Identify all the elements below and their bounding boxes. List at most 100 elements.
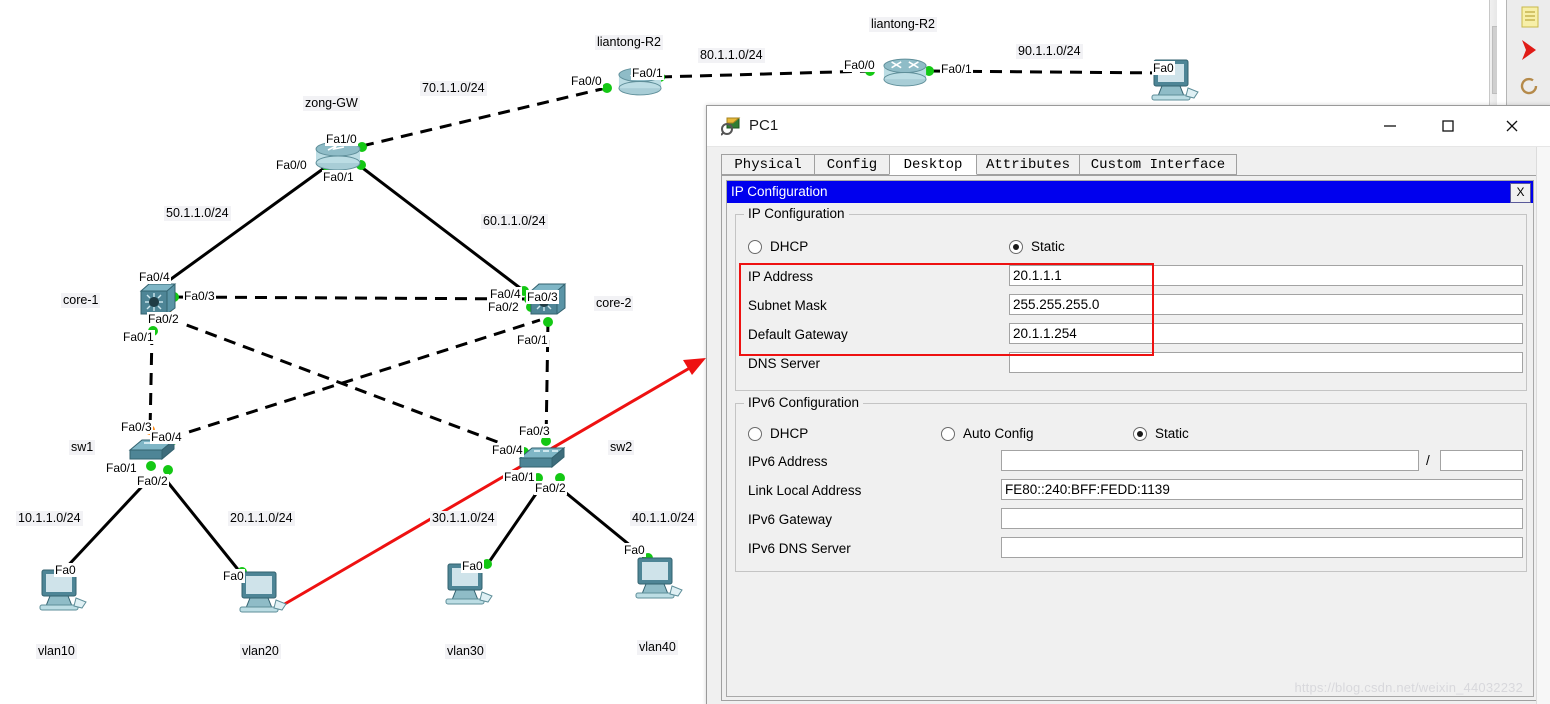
network-label-4: 60.1.1.0/24: [481, 214, 548, 229]
ipv6-prefix-separator: /: [1426, 453, 1430, 468]
device-label-sw1-5: sw1: [69, 440, 96, 455]
field-label-subnet-mask: Subnet Mask: [748, 298, 827, 313]
device-label-vlan40-10: vlan40: [637, 640, 678, 655]
device-label-core-1-3: core-1: [61, 293, 101, 308]
minimize-button[interactable]: [1367, 106, 1413, 146]
port-label-4: Fa0/1: [631, 66, 664, 80]
maximize-button[interactable]: [1425, 106, 1471, 146]
desktop-tab-content: IP Configuration X IP Configuration DHCP…: [721, 175, 1539, 701]
device-label-sw2-6: sw2: [608, 440, 635, 455]
radio-dhcp[interactable]: [748, 239, 762, 254]
ipv6-mode-auto-config[interactable]: Auto Config: [941, 426, 1034, 441]
field-input-ipv6-gateway[interactable]: [1001, 508, 1523, 529]
ipv6-static-label: Static: [1155, 426, 1189, 441]
port-label-27: Fa0: [623, 543, 646, 557]
pc1-window[interactable]: PC1 Physical Config Desktop Attributes Custo…: [706, 105, 1550, 704]
tab-desktop[interactable]: Desktop: [889, 154, 977, 175]
field-label-link-local-address: Link Local Address: [748, 483, 862, 498]
ipv4-mode-static[interactable]: Static: [1009, 239, 1065, 254]
network-label-7: 30.1.1.0/24: [430, 511, 497, 526]
ipv6-mode-static[interactable]: Static: [1133, 426, 1189, 441]
network-label-8: 40.1.1.0/24: [630, 511, 697, 526]
field-input-ipv6-address[interactable]: [1001, 450, 1419, 471]
device-label-vlan10-7: vlan10: [36, 644, 77, 659]
tab-attributes[interactable]: Attributes: [976, 154, 1080, 175]
tab-custom-interface[interactable]: Custom Interface: [1079, 154, 1237, 175]
red-chevron-icon[interactable]: [1513, 34, 1545, 66]
ipv4-configuration-group: IP Configuration DHCP Static IP Address …: [735, 206, 1527, 391]
canvas-scrollbar-thumb[interactable]: [1492, 26, 1497, 94]
port-label-8: Fa0/4: [138, 270, 171, 284]
ip-configuration-app-window[interactable]: IP Configuration X IP Configuration DHCP…: [726, 180, 1534, 697]
ipv6-auto-config-label: Auto Config: [963, 426, 1034, 441]
ipv4-group-legend: IP Configuration: [744, 206, 849, 221]
port-label-9: Fa0/3: [183, 289, 216, 303]
port-label-13: Fa0/3: [526, 290, 559, 304]
ipv6-group-legend: IPv6 Configuration: [744, 395, 864, 410]
radio-static[interactable]: [1009, 239, 1023, 254]
ipv6-mode-dhcp[interactable]: DHCP: [748, 426, 808, 441]
port-label-18: Fa0/1: [105, 461, 138, 475]
window-title-bar[interactable]: PC1: [707, 106, 1550, 147]
port-label-21: Fa0/4: [491, 443, 524, 457]
network-label-2: 90.1.1.0/24: [1016, 44, 1083, 59]
ipv6-configuration-group: IPv6 Configuration DHCP Auto Config Stat…: [735, 395, 1527, 572]
radio-ipv6-auto-config[interactable]: [941, 426, 955, 441]
window-vertical-scrollbar[interactable]: [1536, 147, 1550, 704]
device-label-liantong-r2-1: liantong-R2: [595, 35, 663, 50]
field-input-link-local-address[interactable]: FE80::240:BFF:FEDD:1139: [1001, 479, 1523, 500]
port-label-14: Fa0/2: [487, 300, 520, 314]
network-label-6: 20.1.1.0/24: [228, 511, 295, 526]
network-label-3: 50.1.1.0/24: [164, 206, 231, 221]
port-label-10: Fa0/2: [147, 312, 180, 326]
network-label-5: 10.1.1.0/24: [16, 511, 83, 526]
device-pc-vlan40[interactable]: [630, 556, 684, 607]
tab-physical[interactable]: Physical: [721, 154, 815, 175]
circle-arrow-icon[interactable]: [1513, 70, 1545, 102]
close-button[interactable]: [1489, 106, 1535, 146]
field-label-default-gateway: Default Gateway: [748, 327, 848, 342]
radio-ipv6-static[interactable]: [1133, 426, 1147, 441]
field-label-ipv6-address: IPv6 Address: [748, 454, 828, 469]
window-title: PC1: [749, 117, 779, 134]
device-label-vlan20-8: vlan20: [240, 644, 281, 659]
port-label-11: Fa0/1: [122, 330, 155, 344]
port-label-25: Fa0: [222, 569, 245, 583]
field-input-ipv6-prefix[interactable]: [1440, 450, 1523, 471]
packet-tracer-device-icon: [720, 116, 741, 136]
port-label-20: Fa0/3: [518, 424, 551, 438]
field-label-ip-address: IP Address: [748, 269, 814, 284]
ip-config-title-bar: IP Configuration X: [727, 181, 1533, 203]
port-label-5: Fa0/0: [843, 58, 876, 72]
field-input-ip-address[interactable]: 20.1.1.1: [1009, 265, 1523, 286]
device-label-core-2-4: core-2: [594, 296, 634, 311]
field-input-default-gateway[interactable]: 20.1.1.254: [1009, 323, 1523, 344]
field-input-ipv6-dns-server[interactable]: [1001, 537, 1523, 558]
note-icon[interactable]: [1513, 2, 1545, 34]
port-label-26: Fa0: [461, 559, 484, 573]
field-input-dns-server[interactable]: [1009, 352, 1523, 373]
port-label-17: Fa0/4: [150, 430, 183, 444]
port-label-23: Fa0/2: [534, 481, 567, 495]
port-label-19: Fa0/2: [136, 474, 169, 488]
port-label-22: Fa0/1: [503, 470, 536, 484]
port-label-2: Fa0/1: [322, 170, 355, 184]
device-router-liantong-r2-2[interactable]: [882, 58, 928, 92]
port-label-3: Fa0/0: [570, 74, 603, 88]
port-label-15: Fa0/1: [516, 333, 549, 347]
radio-ipv6-dhcp[interactable]: [748, 426, 762, 441]
tab-bar[interactable]: Physical Config Desktop Attributes Custom In…: [721, 154, 1541, 176]
port-label-1: Fa0/0: [275, 158, 308, 172]
field-label-ipv6-dns-server: IPv6 DNS Server: [748, 541, 851, 556]
tab-config[interactable]: Config: [814, 154, 890, 175]
port-label-7: Fa0: [1152, 61, 1175, 75]
field-label-dns-server: DNS Server: [748, 356, 821, 371]
ip-config-close-button[interactable]: X: [1510, 183, 1531, 203]
ipv4-mode-dhcp[interactable]: DHCP: [748, 239, 808, 254]
field-input-subnet-mask[interactable]: 255.255.255.0: [1009, 294, 1523, 315]
ipv4-dhcp-label: DHCP: [770, 239, 809, 254]
port-label-0: Fa1/0: [325, 132, 358, 146]
device-label-zong-gw-0: zong-GW: [303, 96, 360, 111]
device-label-liantong-r2-2: liantong-R2: [869, 17, 937, 32]
device-label-vlan30-9: vlan30: [445, 644, 486, 659]
